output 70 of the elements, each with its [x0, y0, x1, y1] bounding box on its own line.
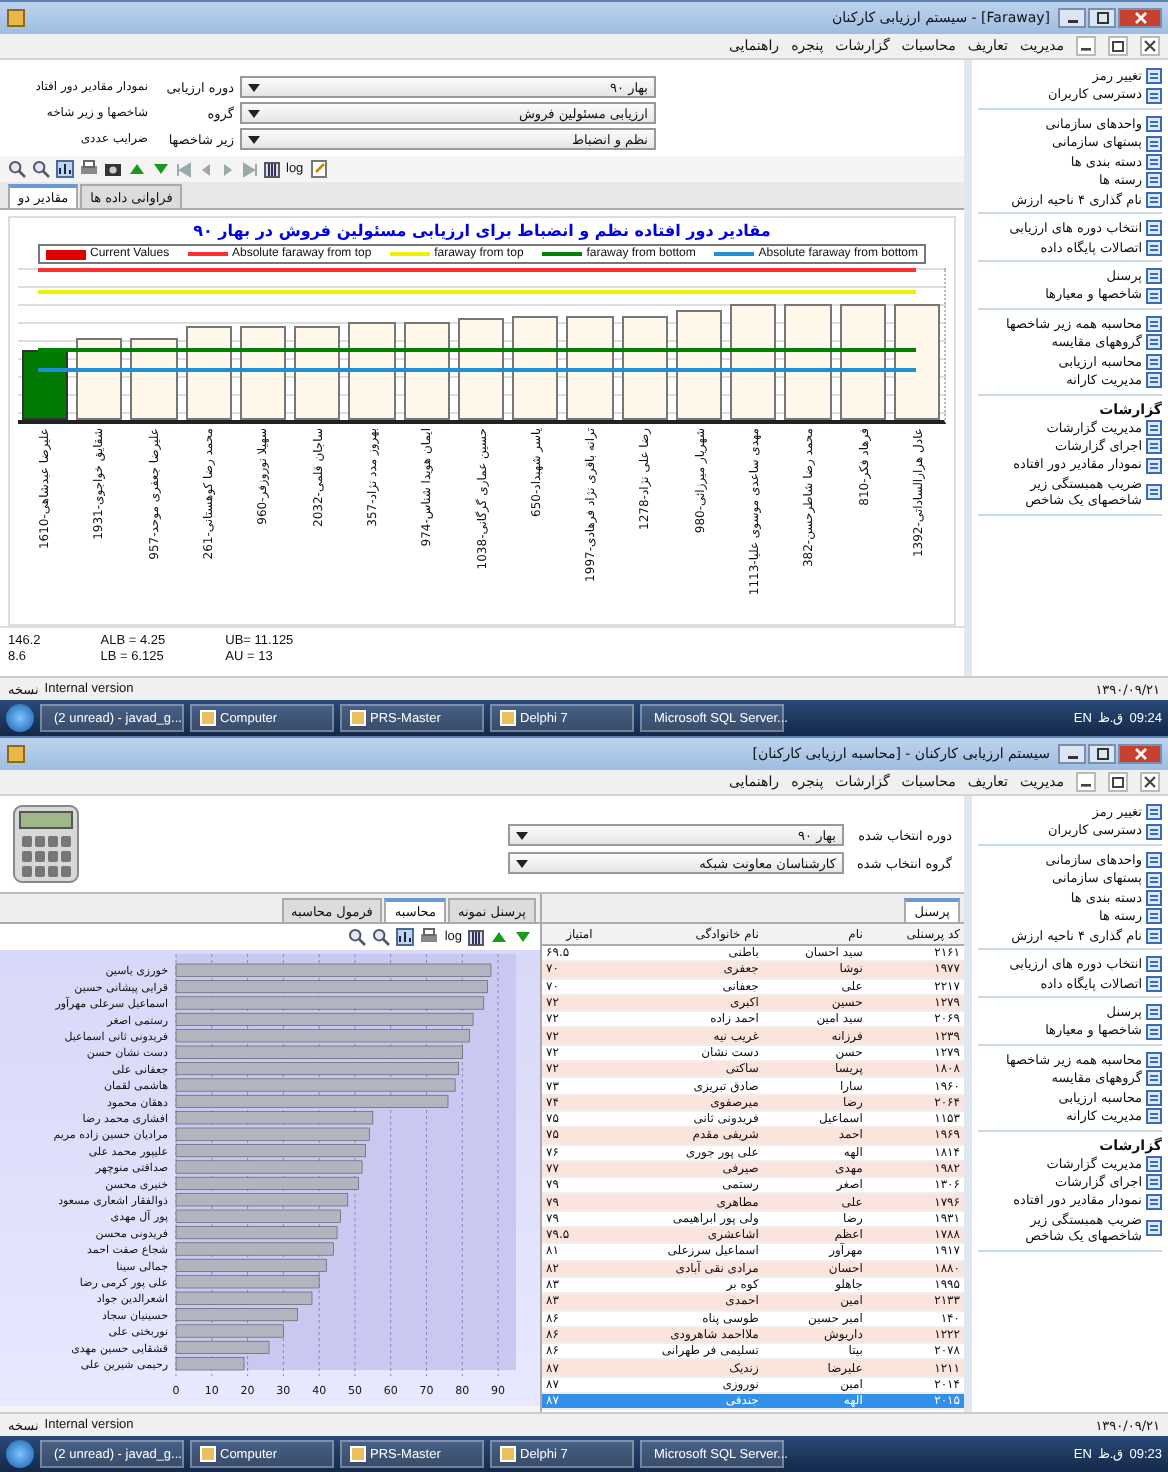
caret-icon — [516, 859, 528, 867]
caret-icon — [248, 83, 260, 91]
window-icon — [200, 1446, 216, 1462]
close-icon — [1133, 748, 1147, 760]
window-icon — [200, 710, 216, 726]
window-icon — [500, 710, 516, 726]
window-icon — [500, 1446, 516, 1462]
close-icon[interactable] — [1140, 772, 1160, 792]
grid-icon[interactable] — [264, 161, 280, 177]
bar — [512, 315, 559, 420]
window-icon — [350, 710, 366, 726]
magnifier-icon[interactable] — [348, 928, 367, 946]
document-icon — [1146, 484, 1162, 501]
minimize-icon[interactable] — [1076, 36, 1096, 56]
restore-icon[interactable] — [1108, 772, 1128, 792]
close-icon — [1133, 12, 1147, 24]
bar — [784, 303, 832, 420]
bar — [457, 317, 505, 420]
bar — [175, 1357, 245, 1371]
caret-icon — [248, 109, 260, 117]
magnifier-icon[interactable] — [32, 160, 50, 178]
bar — [294, 326, 341, 420]
minimize-button[interactable] — [1058, 744, 1086, 764]
bar — [621, 315, 668, 420]
triangle-up-icon[interactable] — [490, 928, 508, 946]
start-button[interactable] — [6, 704, 34, 732]
caret-icon — [248, 135, 260, 143]
chart-icon[interactable] — [396, 928, 415, 946]
chart-icon[interactable] — [56, 160, 74, 178]
bar — [893, 303, 940, 420]
triangle-down-icon[interactable] — [514, 928, 532, 946]
close-button[interactable] — [1118, 8, 1162, 28]
bar — [348, 321, 396, 420]
magnifier-icon[interactable] — [372, 928, 391, 946]
bar — [403, 321, 450, 420]
bar — [130, 338, 178, 420]
magnifier-icon[interactable] — [8, 160, 26, 178]
start-button[interactable] — [6, 1440, 34, 1468]
printer-icon[interactable] — [80, 160, 98, 178]
printer-icon[interactable] — [420, 928, 439, 946]
bar — [22, 349, 69, 420]
restore-icon[interactable] — [1108, 36, 1128, 56]
triangle-down-icon[interactable] — [152, 160, 170, 178]
minimize-button[interactable] — [1058, 8, 1086, 28]
window-icon — [6, 8, 26, 28]
maximize-icon — [1095, 12, 1109, 24]
skip-start-icon[interactable] — [176, 161, 192, 177]
bar — [566, 315, 614, 420]
bar — [76, 338, 123, 420]
camera-icon[interactable] — [104, 160, 122, 178]
document-icon — [1146, 1220, 1162, 1237]
maximize-icon — [1095, 748, 1109, 760]
triangle-up-icon[interactable] — [128, 160, 146, 178]
bar — [730, 303, 777, 420]
bar — [839, 303, 886, 420]
maximize-button[interactable] — [1088, 8, 1116, 28]
calculator-icon — [12, 804, 80, 884]
bar — [185, 326, 232, 420]
maximize-button[interactable] — [1088, 744, 1116, 764]
close-button[interactable] — [1118, 744, 1162, 764]
bar — [675, 309, 723, 420]
bar — [239, 326, 287, 420]
grid-icon[interactable] — [468, 929, 484, 945]
window-icon — [6, 744, 26, 764]
minimize-icon[interactable] — [1076, 772, 1096, 792]
close-icon[interactable] — [1140, 36, 1160, 56]
notepad-icon[interactable] — [309, 160, 328, 178]
chart-title: مقادیر دور افتاده نظم و انضباط برای ارزیابی مسئولین فروش در بهار ۹۰ — [191, 222, 773, 240]
window-icon — [350, 1446, 366, 1462]
caret-icon — [516, 831, 528, 839]
